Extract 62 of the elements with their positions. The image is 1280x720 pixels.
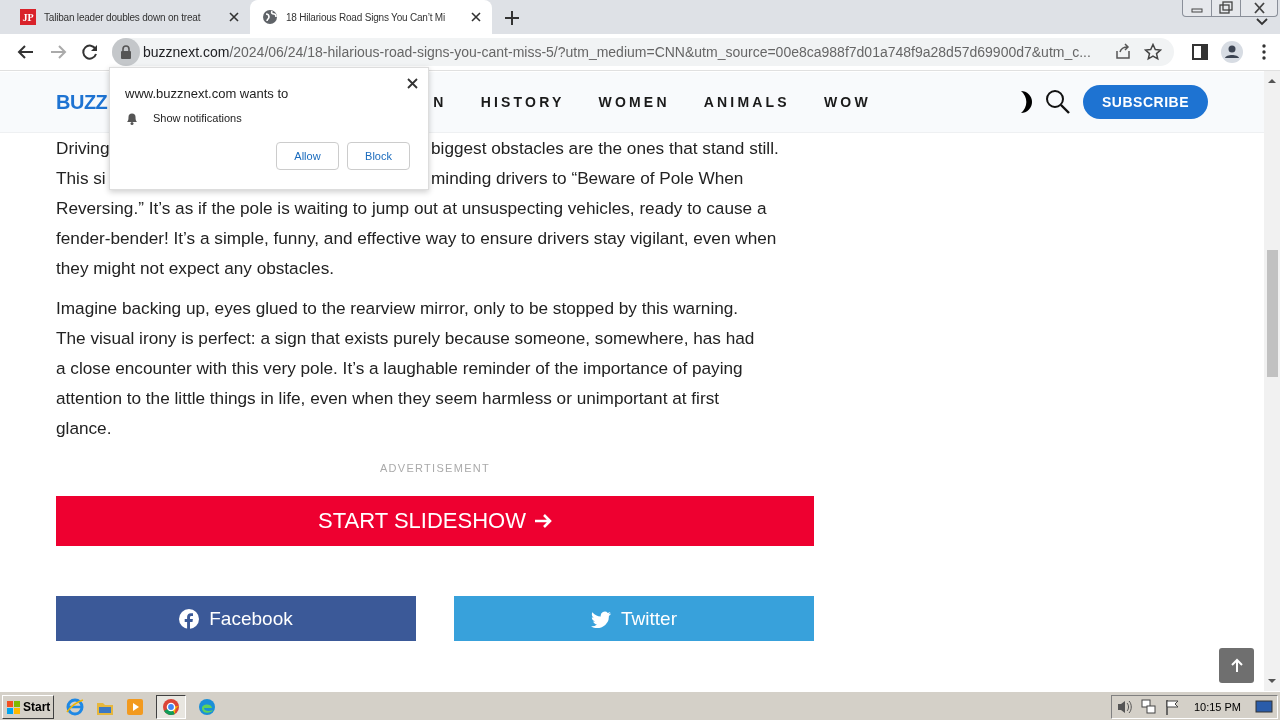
nav-link[interactable]: N [433,94,447,110]
start-slideshow-button[interactable]: START SLIDESHOW [56,496,814,546]
chrome-icon[interactable] [162,697,181,716]
close-icon[interactable] [407,78,418,89]
back-icon[interactable] [17,43,35,61]
site-favicon-icon: JP [20,9,36,25]
nav-link[interactable]: ANIMALS [703,94,790,110]
profile-icon[interactable] [1221,41,1243,63]
reload-icon[interactable] [81,43,99,61]
paragraph-text: Driving [56,138,110,158]
paragraph-text: This si [56,168,106,188]
flag-icon[interactable] [1163,697,1180,716]
up-arrow-icon [1229,658,1244,673]
menu-icon[interactable] [1261,43,1267,61]
share-button[interactable]: Facebook [56,596,416,641]
paragraph-text: they might not expect any obstacles. [56,257,335,280]
windows-logo-icon [6,698,21,715]
scroll-up-icon[interactable] [1267,77,1277,84]
caret-icon[interactable] [1256,17,1268,26]
site-logo[interactable]: BUZZ [56,90,108,114]
paragraph-text: attention to the little things in life, even when they seem harmless or unimportant at first [56,387,719,410]
close-icon[interactable] [470,11,482,23]
facebook-icon [179,608,200,629]
paragraph-text: fender-bender! It’s a simple, funny, and effective way to ensure drivers stay vigilant, even when [56,227,777,250]
paragraph-text: glance. [56,417,112,440]
paragraph-text: biggest obstacles are the ones that stand still. [431,137,779,160]
address-bar[interactable]: buzznext.com/2024/06/24/18-hilarious-road-signs-you-cant-miss-5/?utm_medium=CNN&utm_source=00e8ca988f7d01a748f9a28d57d69900d7&utm_c... [112,38,1174,66]
scrollbar-thumb[interactable] [1266,250,1278,377]
advertisement-label: ADVERTISEMENT [378,462,492,474]
scrollbar[interactable] [1264,71,1280,691]
new-tab-icon[interactable] [504,10,520,26]
back-to-top-button[interactable] [1219,648,1254,683]
bird-icon [591,609,611,628]
network-icon[interactable] [1139,697,1156,716]
browser-tab[interactable]: JP Taliban leader doubles down on treat [8,0,250,34]
paragraph-text: minding drivers to “Beware of Pole When [431,167,744,190]
share-icon[interactable] [1114,43,1132,61]
permission-label: Show notifications [153,112,242,124]
paragraph-text: The visual irony is perfect: a sign that exists purely because someone, somewhere, has had [56,327,755,350]
arrow-icon [533,512,552,530]
nav-link[interactable]: HISTORY [480,94,565,110]
nav-link[interactable]: WOMEN [598,94,670,110]
side-panel-icon[interactable] [1191,43,1209,61]
paragraph-text: Imagine backing up, eyes glued to the rearview mirror, only to be stopped by this warning. [56,297,739,320]
bell-icon [125,111,139,125]
popup-button[interactable]: Allow [276,142,339,170]
show-desktop-icon[interactable] [1255,697,1273,716]
clock-time: 10:15 PM [1193,700,1241,713]
popup-button[interactable]: Block [347,142,410,170]
browser-tab[interactable]: 18 Hilarious Road Signs You Can’t Mi [250,0,492,34]
start-button[interactable]: Start [2,694,55,719]
scroll-down-icon[interactable] [1267,678,1277,685]
nav-link[interactable]: WOW [823,94,871,110]
paragraph-text: Reversing.” It’s as if the pole is waiting to jump out at unsuspecting vehicles, ready to cause a [56,197,767,220]
close-icon[interactable] [228,11,240,23]
paragraph-text: a close encounter with this very pole. It’s a laughable reminder of the importance of paying [56,357,743,380]
popup-title: www.buzznext.com wants to [125,86,290,101]
globe-icon [262,9,278,25]
search-icon[interactable] [1045,89,1071,115]
lock-icon [120,45,132,59]
subscribe-button[interactable]: SUBSCRIBE [1083,85,1208,119]
star-icon[interactable] [1144,43,1162,61]
